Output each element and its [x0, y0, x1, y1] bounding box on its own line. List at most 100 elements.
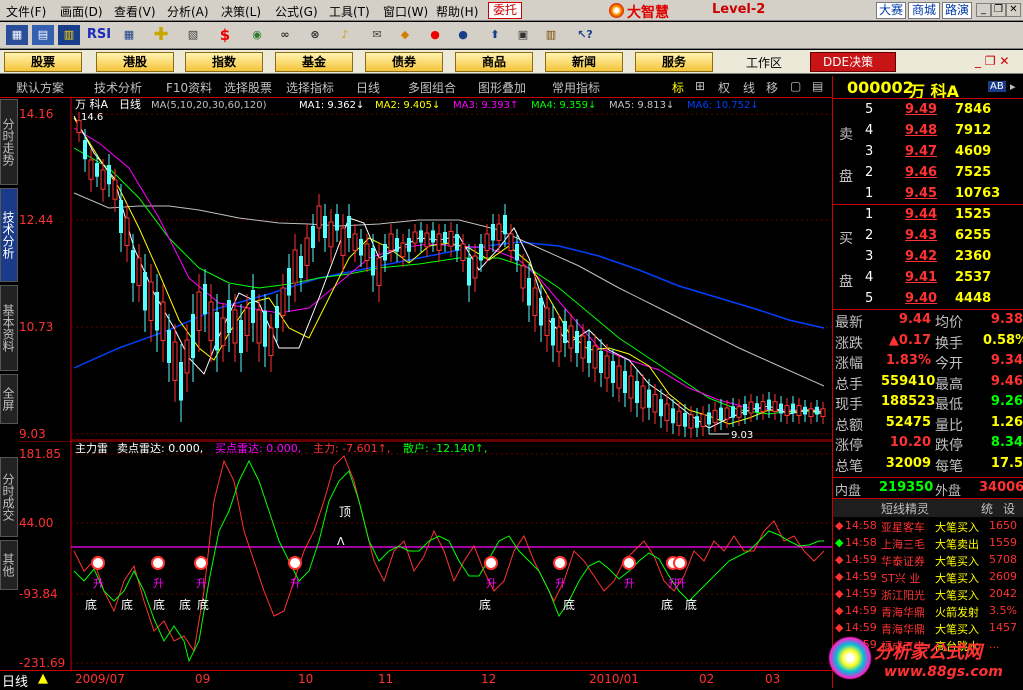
close-icon[interactable]: ✕	[1006, 3, 1021, 17]
tool-move[interactable]: 移	[766, 79, 778, 96]
menu-decision[interactable]: 决策(L)	[221, 3, 261, 20]
period-arrow-icon[interactable]: ▲	[38, 671, 48, 686]
indicator-canvas[interactable]: 181.85 44.00 -93.84 -231.69 主力雷 卖点雷达: 0.…	[19, 441, 832, 670]
tool-crosshair-icon[interactable]: ⊞	[695, 79, 705, 93]
buy-radar-value: 买点雷达: 0.000,	[215, 442, 301, 455]
rsi-icon[interactable]: RSI	[86, 25, 112, 45]
panel-controls-icon[interactable]: _ ❐ ✕	[975, 54, 1009, 68]
nav-hk[interactable]: 港股	[96, 52, 174, 72]
sprite-stock[interactable]: 亚星客车	[881, 519, 925, 535]
books-icon[interactable]: ▥	[540, 25, 562, 45]
side-tab-fundamental[interactable]: 基本资料	[0, 285, 18, 371]
buy-price[interactable]: 9.44	[905, 207, 937, 222]
up-icon[interactable]: ⬆	[484, 25, 506, 45]
binoculars2-icon[interactable]: ⊗	[304, 25, 326, 45]
doc-icon[interactable]: ▣	[512, 25, 534, 45]
menu-view[interactable]: 画面(D)	[60, 3, 103, 20]
sprite-settings-button[interactable]: 设	[1003, 500, 1015, 517]
workspace-label[interactable]: 工作区	[746, 54, 782, 71]
grid-icon[interactable]: ▦	[118, 25, 140, 45]
sell-price[interactable]: 9.45	[905, 186, 937, 201]
sprite-stock[interactable]: ST兴 业	[881, 570, 920, 586]
sell-price[interactable]: 9.46	[905, 165, 937, 180]
kline-icon[interactable]: ▥	[58, 25, 80, 45]
tool-mark[interactable]: 标	[672, 79, 684, 96]
tab-select-stock[interactable]: 选择股票	[224, 79, 272, 96]
info-icon[interactable]: ●	[452, 25, 474, 45]
sprite-stock[interactable]: 浙江阳光	[881, 587, 925, 603]
nav-stocks[interactable]: 股票	[4, 52, 82, 72]
diamond-icon[interactable]: ◆	[394, 25, 416, 45]
menu-window[interactable]: 窗口(W)	[383, 3, 428, 20]
app-logo: 大智慧	[627, 5, 669, 21]
help-icon[interactable]: ↖?	[574, 25, 596, 45]
sprite-bullet-icon: ◆	[835, 553, 844, 566]
tab-tech-analysis[interactable]: 技术分析	[94, 79, 142, 96]
sell-price[interactable]: 9.49	[905, 102, 937, 117]
expand-icon[interactable]: ▸	[1010, 80, 1016, 93]
plus-icon[interactable]: ✚	[150, 25, 172, 45]
buy-level: 2	[865, 228, 874, 243]
tool-rights[interactable]: 权	[718, 79, 730, 96]
sprite-stock[interactable]: 上海三毛	[881, 536, 925, 552]
dollar-icon[interactable]: $	[214, 25, 236, 45]
side-tab-ticks[interactable]: 分时成交	[0, 457, 18, 537]
tab-default-scheme[interactable]: 默认方案	[16, 79, 64, 96]
chart-icon[interactable]: ▧	[182, 25, 204, 45]
kpi-icon[interactable]: ◉	[246, 25, 268, 45]
buy-price[interactable]: 9.43	[905, 228, 937, 243]
side-tab-tech[interactable]: 技术分析	[0, 188, 18, 282]
buy-price[interactable]: 9.42	[905, 249, 937, 264]
mail-icon[interactable]: ✉	[366, 25, 388, 45]
nav-commodity[interactable]: 商品	[455, 52, 533, 72]
tab-multi-chart[interactable]: 多图组合	[408, 79, 456, 96]
tab-select-indicator[interactable]: 选择指标	[286, 79, 334, 96]
menu-formula[interactable]: 公式(G)	[275, 3, 318, 20]
bell-icon[interactable]: ♪	[334, 25, 356, 45]
screen-icon[interactable]: ▤	[32, 25, 54, 45]
sell-price[interactable]: 9.48	[905, 123, 937, 138]
date-tick-overlay: 10	[298, 672, 314, 686]
nav-fund[interactable]: 基金	[275, 52, 353, 72]
tool-window-icon[interactable]: ▢	[790, 79, 801, 93]
sprite-stats-button[interactable]: 统	[981, 500, 993, 517]
sprite-stock[interactable]: 华泰证券	[881, 553, 925, 569]
sprite-bullet-icon: ◆	[835, 536, 844, 549]
menu-help[interactable]: 帮助(H)	[436, 3, 478, 20]
nav-index[interactable]: 指数	[185, 52, 263, 72]
tab-daily[interactable]: 日线	[356, 79, 380, 96]
nav-service[interactable]: 服务	[635, 52, 713, 72]
side-tab-intraday[interactable]: 分时走势	[0, 99, 18, 185]
sell-price[interactable]: 9.47	[905, 144, 937, 159]
weituo-button[interactable]: 委托	[488, 2, 522, 19]
mall-button[interactable]: 商城	[908, 2, 940, 19]
sprite-time: 14:59	[845, 604, 877, 617]
menu-analysis[interactable]: 分析(A)	[167, 3, 209, 20]
menu-file[interactable]: 文件(F)	[6, 3, 46, 20]
tab-overlay[interactable]: 图形叠加	[478, 79, 526, 96]
tab-f10[interactable]: F10资料	[166, 79, 212, 96]
alert-icon[interactable]: ●	[424, 25, 446, 45]
minimize-icon[interactable]: _	[976, 3, 991, 17]
dde-button[interactable]: DDE决策	[810, 52, 896, 72]
buy-price[interactable]: 9.40	[905, 291, 937, 306]
candle-body	[724, 407, 730, 420]
period-label[interactable]: 日线	[2, 671, 28, 690]
tool-table-icon[interactable]: ▤	[812, 79, 823, 93]
tool-line[interactable]: 线	[743, 79, 755, 96]
nav-bond[interactable]: 债券	[365, 52, 443, 72]
sprite-stock[interactable]: 青海华鼎	[881, 604, 925, 620]
contest-button[interactable]: 大赛	[876, 2, 906, 19]
nav-news[interactable]: 新闻	[545, 52, 623, 72]
buy-price[interactable]: 9.41	[905, 270, 937, 285]
roadshow-button[interactable]: 路演	[942, 2, 972, 19]
tab-common-indicator[interactable]: 常用指标	[552, 79, 600, 96]
ab-tag[interactable]: AB	[988, 81, 1006, 92]
menu-tools[interactable]: 工具(T)	[329, 3, 370, 20]
side-tab-fullscreen[interactable]: 全屏	[0, 374, 18, 424]
disk-icon[interactable]: ▦	[6, 25, 28, 45]
binoculars-icon[interactable]: ∞	[274, 25, 296, 45]
side-tab-other[interactable]: 其他	[0, 540, 18, 590]
restore-icon[interactable]: ❐	[991, 3, 1006, 17]
menu-look[interactable]: 查看(V)	[114, 3, 156, 20]
